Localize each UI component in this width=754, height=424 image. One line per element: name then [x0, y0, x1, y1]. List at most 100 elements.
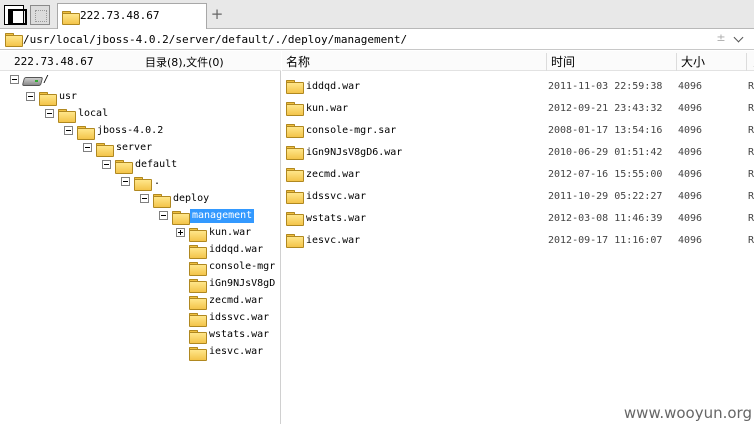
collapse-icon[interactable] — [102, 160, 111, 169]
column-name[interactable]: 名称 — [282, 53, 546, 71]
watermark: www.wooyun.org — [623, 404, 752, 422]
tree-item[interactable]: idssvc.war — [0, 310, 281, 327]
drive-icon — [23, 75, 41, 85]
expand-icon[interactable] — [176, 228, 185, 237]
file-row[interactable]: kun.war 2012-09-21 23:43:32 4096 R — [282, 97, 754, 119]
tree-item[interactable]: usr — [0, 89, 281, 106]
file-row[interactable]: iddqd.war 2011-11-03 22:59:38 4096 R — [282, 75, 754, 97]
file-list-pane: 名称 时间 大小 丿 iddqd.war 2011-11-03 22:59:38 4… — [282, 51, 754, 424]
column-size[interactable]: 大小 — [676, 53, 746, 71]
tree-item[interactable]: iesvc.war — [0, 344, 281, 361]
address-path[interactable]: /usr/local/jboss-4.0.2/server/default/./… — [23, 33, 407, 46]
file-time: 2008-01-17 13:54:16 — [548, 125, 663, 136]
tree-item-label: usr — [59, 91, 78, 102]
host-label: 222.73.48.67 — [14, 55, 94, 68]
collapse-icon[interactable] — [159, 211, 168, 220]
tab-host-label: 222.73.48.67 — [80, 9, 160, 22]
folder-icon — [189, 228, 207, 242]
folder-icon — [189, 313, 207, 327]
tree-item[interactable]: deploy — [0, 191, 281, 208]
tab-host[interactable]: 222.73.48.67 — [57, 3, 207, 29]
directory-tree-pane: 222.73.48.67 目录(8),文件(0) / usr local jboss-… — [0, 51, 281, 424]
tree-item[interactable]: local — [0, 106, 281, 123]
file-permissions: R — [748, 147, 754, 158]
tree-item-label: deploy — [173, 193, 210, 204]
collapse-icon[interactable] — [10, 75, 19, 84]
file-permissions: R — [748, 81, 754, 92]
tree-item[interactable]: iddqd.war — [0, 242, 281, 259]
tab-bar: 222.73.48.67 + — [0, 0, 754, 29]
panel-toggle-button[interactable] — [4, 5, 27, 25]
tree-item[interactable]: iGn9NJsV8gD — [0, 276, 281, 293]
file-row[interactable]: iesvc.war 2012-09-17 11:16:07 4096 R — [282, 229, 754, 251]
tree-header: 222.73.48.67 目录(8),文件(0) — [0, 51, 281, 71]
folder-icon — [286, 124, 304, 138]
collapse-icon[interactable] — [140, 194, 149, 203]
file-row[interactable]: wstats.war 2012-03-08 11:46:39 4096 R — [282, 207, 754, 229]
folder-icon — [189, 262, 207, 276]
column-time[interactable]: 时间 — [546, 53, 676, 71]
chevron-down-icon[interactable] — [732, 31, 748, 47]
file-size: 4096 — [678, 147, 703, 158]
tree-item[interactable]: jboss-4.0.2 — [0, 123, 281, 140]
tree-item-label: default — [135, 159, 178, 170]
file-size: 4096 — [678, 213, 703, 224]
tree-item-label: idssvc.war — [209, 312, 270, 323]
collapse-icon[interactable] — [26, 92, 35, 101]
tree-item[interactable]: default — [0, 157, 281, 174]
file-row[interactable]: console-mgr.sar 2008-01-17 13:54:16 4096 R — [282, 119, 754, 141]
tree-item-label: server — [116, 142, 153, 153]
file-size: 4096 — [678, 81, 703, 92]
folder-icon — [153, 194, 171, 208]
blank-tab-button[interactable] — [30, 5, 50, 25]
file-permissions: R — [748, 169, 754, 180]
tree-item-label: zecmd.war — [209, 295, 264, 306]
file-name: idssvc.war — [306, 191, 367, 202]
file-permissions: R — [748, 213, 754, 224]
tree-item-label: jboss-4.0.2 — [97, 125, 164, 136]
folder-icon — [286, 212, 304, 226]
collapse-icon[interactable] — [83, 143, 92, 152]
file-time: 2011-11-03 22:59:38 — [548, 81, 663, 92]
file-size: 4096 — [678, 191, 703, 202]
tree-item[interactable]: wstats.war — [0, 327, 281, 344]
file-name: iesvc.war — [306, 235, 361, 246]
file-row[interactable]: zecmd.war 2012-07-16 15:55:00 4096 R — [282, 163, 754, 185]
folder-icon — [286, 234, 304, 248]
item-count: 目录(8),文件(0) — [145, 56, 224, 69]
folder-icon — [286, 102, 304, 116]
tree-item-label: iddqd.war — [209, 244, 264, 255]
file-name: kun.war — [306, 103, 349, 114]
file-row[interactable]: iGn9NJsV8gD6.war 2010-06-29 01:51:42 4096 R — [282, 141, 754, 163]
tree-item[interactable]: management — [0, 208, 281, 225]
file-name: iGn9NJsV8gD6.war — [306, 147, 403, 158]
file-permissions: R — [748, 235, 754, 246]
collapse-icon[interactable] — [64, 126, 73, 135]
tree-item-label: local — [78, 108, 109, 119]
file-row[interactable]: idssvc.war 2011-10-29 05:22:27 4096 R — [282, 185, 754, 207]
file-name: wstats.war — [306, 213, 367, 224]
folder-icon — [115, 160, 133, 174]
add-tab-button[interactable]: + — [210, 6, 224, 22]
sort-icon[interactable]: ± — [712, 31, 730, 47]
tree-item[interactable]: / — [0, 72, 281, 89]
folder-icon — [286, 80, 304, 94]
file-size: 4096 — [678, 125, 703, 136]
file-name: zecmd.war — [306, 169, 361, 180]
tree-item[interactable]: zecmd.war — [0, 293, 281, 310]
address-bar[interactable]: /usr/local/jboss-4.0.2/server/default/./… — [0, 29, 754, 50]
tree-item[interactable]: . — [0, 174, 281, 191]
file-size: 4096 — [678, 235, 703, 246]
file-size: 4096 — [678, 103, 703, 114]
folder-icon — [189, 296, 207, 310]
tree-item[interactable]: kun.war — [0, 225, 281, 242]
collapse-icon[interactable] — [45, 109, 54, 118]
folder-icon — [58, 109, 76, 123]
tree-item-label: management — [190, 209, 255, 223]
tree-item[interactable]: console-mgr — [0, 259, 281, 276]
file-time: 2012-03-08 11:46:39 — [548, 213, 663, 224]
tree-item-label: wstats.war — [209, 329, 270, 340]
collapse-icon[interactable] — [121, 177, 130, 186]
tree-item[interactable]: server — [0, 140, 281, 157]
column-permissions[interactable]: 丿 — [746, 53, 754, 71]
